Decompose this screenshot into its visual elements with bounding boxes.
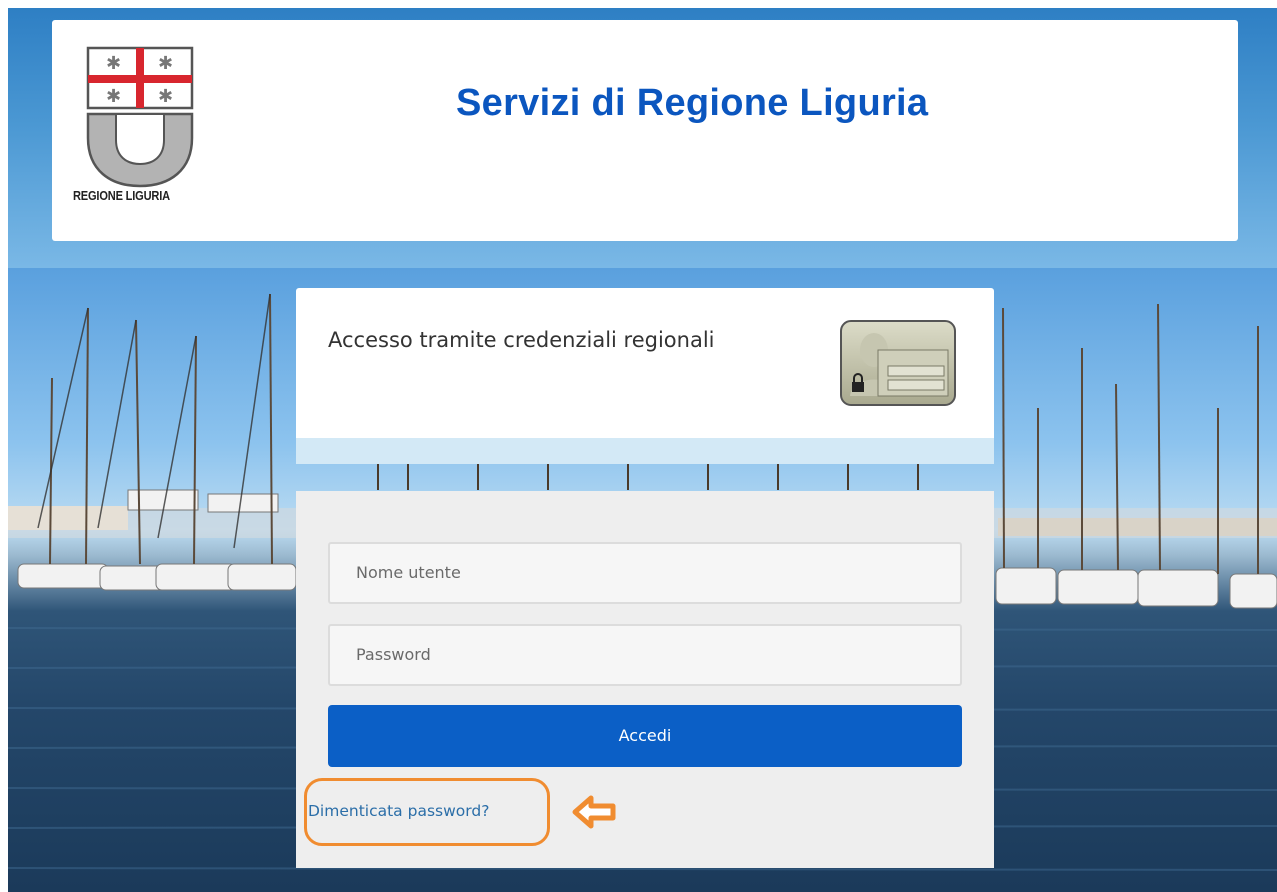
login-card-header: Accesso tramite credenziali regionali <box>296 288 994 438</box>
regione-liguria-coat-of-arms-icon: ✱ ✱ ✱ ✱ <box>86 46 194 188</box>
svg-text:✱: ✱ <box>106 53 121 74</box>
highlight-ellipse <box>304 778 550 846</box>
login-button[interactable]: Accedi <box>328 705 962 767</box>
svg-text:✱: ✱ <box>158 86 173 107</box>
header-banner: ✱ ✱ ✱ ✱ REGIONE LIGURIA Servizi di Regio… <box>52 20 1238 241</box>
username-field[interactable]: Nome utente <box>328 542 962 604</box>
id-card-lock-icon <box>840 320 956 406</box>
password-field[interactable]: Password <box>328 624 962 686</box>
logo-caption: REGIONE LIGURIA <box>73 188 170 203</box>
login-title: Accesso tramite credenziali regionali <box>328 328 715 352</box>
login-card-divider <box>296 438 994 464</box>
left-arrow-icon <box>572 795 616 829</box>
page-title: Servizi di Regione Liguria <box>456 82 929 124</box>
svg-text:✱: ✱ <box>106 86 121 107</box>
svg-text:✱: ✱ <box>158 53 173 74</box>
